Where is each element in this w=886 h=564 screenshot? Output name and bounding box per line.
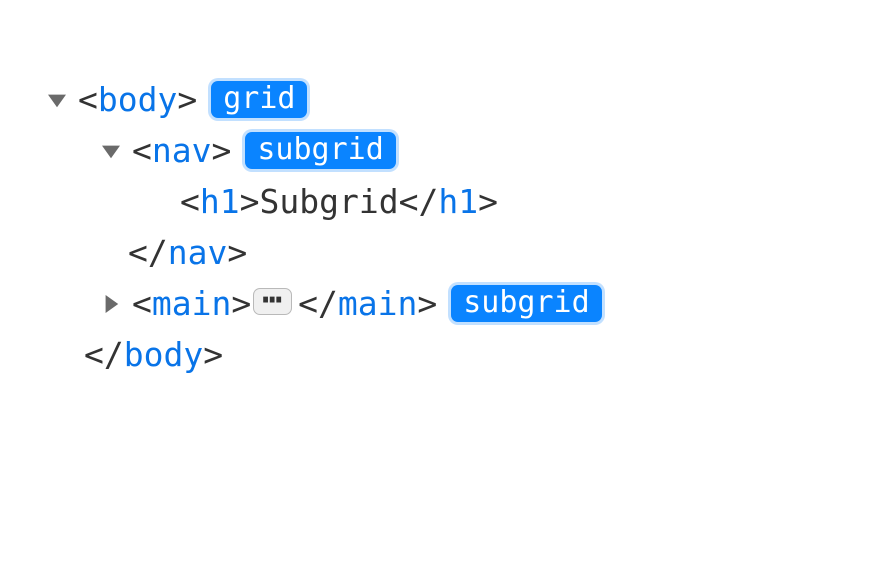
tree-row-nav[interactable]: < nav > subgrid <box>94 131 866 170</box>
angle-bracket-close: > <box>231 284 251 323</box>
disclosure-triangle-down-icon[interactable] <box>94 134 128 168</box>
tree-row-h1[interactable]: < h1 > Subgrid </ h1 > <box>142 182 866 221</box>
disclosure-spacer <box>142 185 176 219</box>
tree-row-body[interactable]: < body > grid <box>40 80 866 119</box>
subgrid-badge[interactable]: subgrid <box>451 285 601 322</box>
tag-body-open: body <box>98 80 177 119</box>
collapsed-ellipsis-icon[interactable]: ⋯ <box>253 288 292 315</box>
angle-bracket-close: > <box>240 182 260 221</box>
disclosure-triangle-right-icon[interactable] <box>94 287 128 321</box>
angle-bracket-close-open: </ <box>399 182 439 221</box>
angle-bracket-close-open: </ <box>298 284 338 323</box>
tree-row-body-close[interactable]: </ body > <box>84 335 866 374</box>
angle-bracket-open: < <box>132 284 152 323</box>
angle-bracket-open: < <box>78 80 98 119</box>
angle-bracket-close: > <box>478 182 498 221</box>
angle-bracket-close: > <box>211 131 231 170</box>
tag-main-close: main <box>338 284 417 323</box>
tag-h1-open: h1 <box>200 182 240 221</box>
tag-body-close: body <box>124 335 203 374</box>
h1-text-content: Subgrid <box>260 182 399 221</box>
tree-row-nav-close[interactable]: </ nav > <box>128 233 866 272</box>
angle-bracket-close: > <box>177 80 197 119</box>
tag-nav-open: nav <box>152 131 212 170</box>
disclosure-triangle-down-icon[interactable] <box>40 83 74 117</box>
angle-bracket-open: < <box>132 131 152 170</box>
angle-bracket-close: > <box>417 284 437 323</box>
angle-bracket-close: > <box>227 233 247 272</box>
angle-bracket-open: < <box>180 182 200 221</box>
grid-badge[interactable]: grid <box>211 81 307 118</box>
angle-bracket-close: > <box>203 335 223 374</box>
tag-nav-close: nav <box>168 233 228 272</box>
angle-bracket-close-open: </ <box>84 335 124 374</box>
angle-bracket-close-open: </ <box>128 233 168 272</box>
tag-main-open: main <box>152 284 231 323</box>
subgrid-badge[interactable]: subgrid <box>245 132 395 169</box>
tree-row-main[interactable]: < main > ⋯ </ main > subgrid <box>94 284 866 323</box>
tag-h1-close: h1 <box>438 182 478 221</box>
